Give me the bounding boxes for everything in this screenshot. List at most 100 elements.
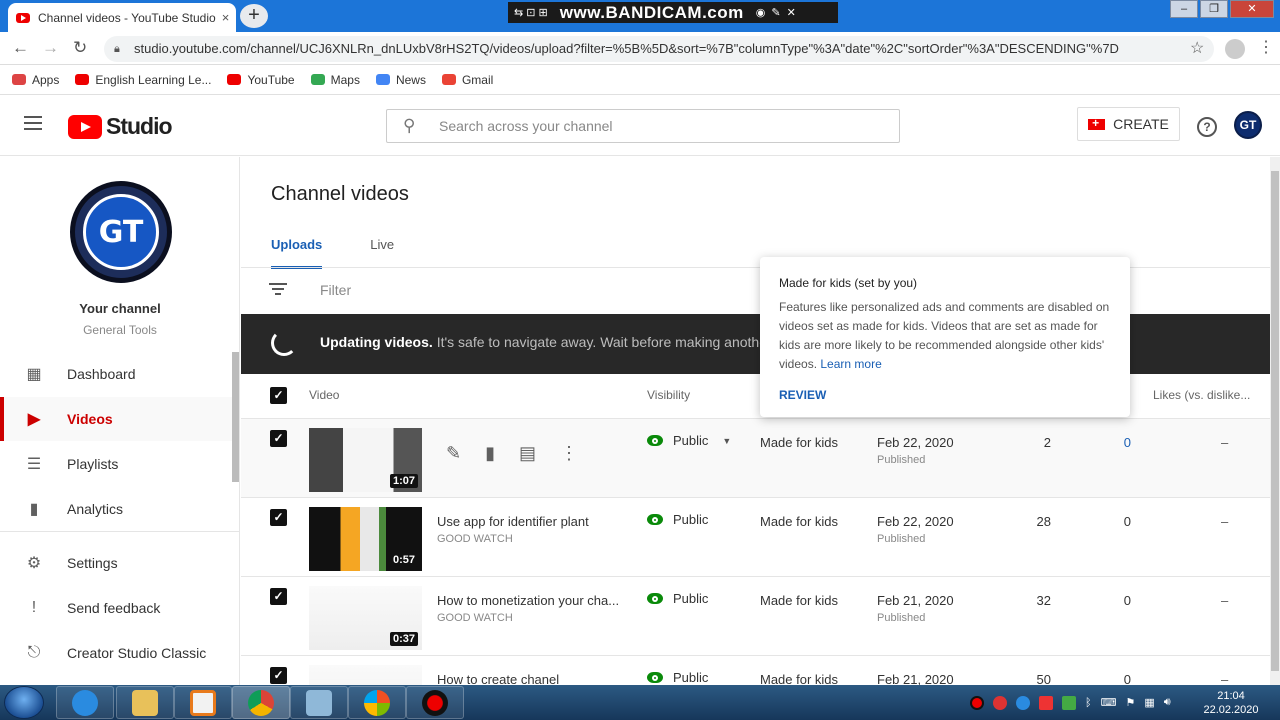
video-title[interactable]: How to monetization your cha...: [437, 593, 619, 608]
window-close-button[interactable]: ✕: [1230, 0, 1274, 18]
antivirus-tray-icon[interactable]: [1039, 695, 1053, 710]
maximize-button[interactable]: ❐: [1200, 0, 1228, 18]
account-avatar[interactable]: GT: [1234, 111, 1262, 139]
videos-icon: ▶: [27, 411, 41, 428]
new-tab-button[interactable]: +: [240, 4, 268, 28]
browser-tab[interactable]: Channel videos - YouTube Studio ×: [8, 3, 236, 32]
help-icon[interactable]: ?: [1197, 117, 1217, 137]
tooltip-heading: Made for kids (set by you): [779, 276, 918, 290]
chrome-taskbar-button[interactable]: [232, 686, 290, 719]
search-input[interactable]: ⚲ Search across your channel: [386, 109, 900, 143]
filter-input[interactable]: Filter: [320, 282, 351, 298]
sidebar-item-dashboard[interactable]: ▦ Dashboard: [0, 352, 232, 396]
video-thumbnail[interactable]: 1:07: [309, 428, 422, 492]
create-label: CREATE: [1113, 116, 1169, 132]
browser-menu-icon[interactable]: ⋮: [1258, 37, 1274, 57]
video-thumbnail[interactable]: 0:37: [309, 586, 422, 650]
video-title[interactable]: How to create chanel: [437, 672, 559, 685]
select-all-checkbox[interactable]: ✓: [270, 387, 287, 404]
record-tray-icon[interactable]: [970, 695, 984, 710]
explorer-taskbar-button[interactable]: [116, 686, 174, 719]
analytics-icon[interactable]: ▮: [485, 443, 495, 464]
learn-more-link[interactable]: Learn more: [820, 357, 881, 371]
bookmark-star-icon[interactable]: ☆: [1190, 38, 1204, 58]
studio-header: Studio ⚲ Search across your channel CREA…: [0, 96, 1280, 156]
bookmark-item[interactable]: English Learning Le...: [75, 73, 211, 87]
analytics-icon: ▮: [29, 501, 39, 518]
video-row[interactable]: ✓ 0:37 How to monetization your cha... GOOD…: [241, 576, 1270, 655]
publish-status: Published: [877, 533, 926, 545]
bookmark-item[interactable]: Apps: [12, 73, 59, 87]
bookmark-label: English Learning Le...: [95, 72, 212, 87]
row-checkbox[interactable]: ✓: [270, 430, 287, 447]
windows-taskbar-button[interactable]: [348, 686, 406, 719]
visibility-cell: Public: [647, 512, 708, 527]
update-tray-icon[interactable]: [1016, 695, 1030, 710]
sidebar-item-settings[interactable]: ⚙ Settings: [0, 541, 232, 585]
video-thumbnail[interactable]: 0:57: [309, 507, 422, 571]
back-icon[interactable]: ←: [12, 38, 29, 58]
url-field[interactable]: 🔒︎ studio.youtube.com/channel/UCJ6XNLRn_…: [104, 36, 1214, 62]
video-title[interactable]: Use app for identifier plant: [437, 514, 589, 529]
column-visibility[interactable]: Visibility: [647, 388, 690, 402]
sidebar-item-playlists[interactable]: ☰ Playlists: [0, 442, 232, 486]
edit-pencil-icon[interactable]: ✎: [446, 443, 461, 464]
sidebar-item-label: Dashboard: [67, 366, 136, 382]
create-button[interactable]: CREATE: [1077, 107, 1180, 141]
bookmark-item[interactable]: News: [375, 73, 426, 87]
video-row[interactable]: ✓ 0:57 Use app for identifier plant GOOD WA…: [241, 497, 1270, 576]
filter-icon[interactable]: [269, 283, 287, 297]
media-taskbar-button[interactable]: [174, 686, 232, 719]
ie-taskbar-button[interactable]: [56, 686, 114, 719]
sidebar-item-label: Analytics: [67, 501, 124, 517]
clock-time: 21:04: [1217, 690, 1245, 702]
lock-icon: 🔒︎: [114, 43, 120, 55]
bookmark-item[interactable]: YouTube: [227, 73, 295, 87]
opera-tray-icon[interactable]: [993, 695, 1007, 710]
comments-icon[interactable]: ▤: [519, 443, 536, 464]
sidebar-item-creator-studio-classic[interactable]: ⎋ Creator Studio Classic: [0, 631, 232, 675]
sidebar-item-analytics[interactable]: ▮ Analytics: [0, 487, 232, 531]
visibility-cell[interactable]: Public ▼: [647, 433, 731, 448]
sidebar-item-send-feedback[interactable]: ! Send feedback: [0, 586, 232, 630]
bluetooth-icon[interactable]: ᛒ: [1085, 697, 1092, 709]
studio-logo[interactable]: Studio: [68, 113, 173, 140]
row-checkbox[interactable]: ✓: [270, 509, 287, 526]
tab-uploads[interactable]: Uploads: [271, 237, 323, 269]
column-video[interactable]: Video: [309, 388, 339, 402]
battery-tray-icon[interactable]: [1062, 695, 1076, 710]
taskbar-clock[interactable]: 21:04 22.02.2020: [1200, 689, 1262, 717]
channel-avatar[interactable]: GT: [70, 181, 172, 283]
row-checkbox[interactable]: ✓: [270, 588, 287, 605]
start-button[interactable]: [4, 686, 44, 719]
scrollbar-thumb[interactable]: [1271, 171, 1279, 671]
network-icon[interactable]: ▦: [1144, 696, 1154, 709]
bookmark-item[interactable]: Gmail: [441, 73, 493, 87]
review-button[interactable]: REVIEW: [779, 388, 1111, 402]
dropdown-arrow-icon[interactable]: ▼: [722, 436, 731, 446]
video-thumbnail[interactable]: [309, 665, 422, 685]
volume-icon[interactable]: 🔊︎: [1164, 696, 1171, 709]
minimize-button[interactable]: –: [1170, 0, 1198, 18]
main-scrollbar[interactable]: [1270, 157, 1280, 685]
publish-status: Published: [877, 612, 926, 624]
tab-close-icon[interactable]: ×: [216, 10, 230, 25]
column-likes[interactable]: Likes (vs. dislike...: [1153, 388, 1250, 402]
forward-icon[interactable]: →: [42, 38, 59, 58]
app-taskbar-button[interactable]: [290, 686, 348, 719]
flag-icon[interactable]: ⚑: [1126, 696, 1136, 709]
profile-avatar[interactable]: [1225, 39, 1245, 59]
video-row[interactable]: ✓ How to create chanel Public Made for kids…: [241, 655, 1270, 685]
more-options-icon[interactable]: ⋮: [560, 443, 578, 464]
bandicam-taskbar-button[interactable]: [406, 686, 464, 719]
keyboard-icon[interactable]: ⌨: [1101, 696, 1117, 709]
sidebar: GT Your channel General Tools ▦ Dashboard…: [0, 157, 240, 685]
tab-live[interactable]: Live: [370, 237, 394, 269]
video-row[interactable]: ✓ 1:07 ✎ ▮ ▤ ⋮ Public ▼ Made for kids Feb 22, 202…: [241, 418, 1270, 497]
sidebar-scrollbar[interactable]: [232, 352, 239, 482]
reload-icon[interactable]: ↻: [73, 38, 87, 58]
hamburger-menu-icon[interactable]: [24, 116, 42, 130]
sidebar-item-videos[interactable]: ▶ Videos: [0, 397, 232, 441]
bookmark-item[interactable]: Maps: [310, 73, 360, 87]
row-checkbox[interactable]: ✓: [270, 667, 287, 684]
